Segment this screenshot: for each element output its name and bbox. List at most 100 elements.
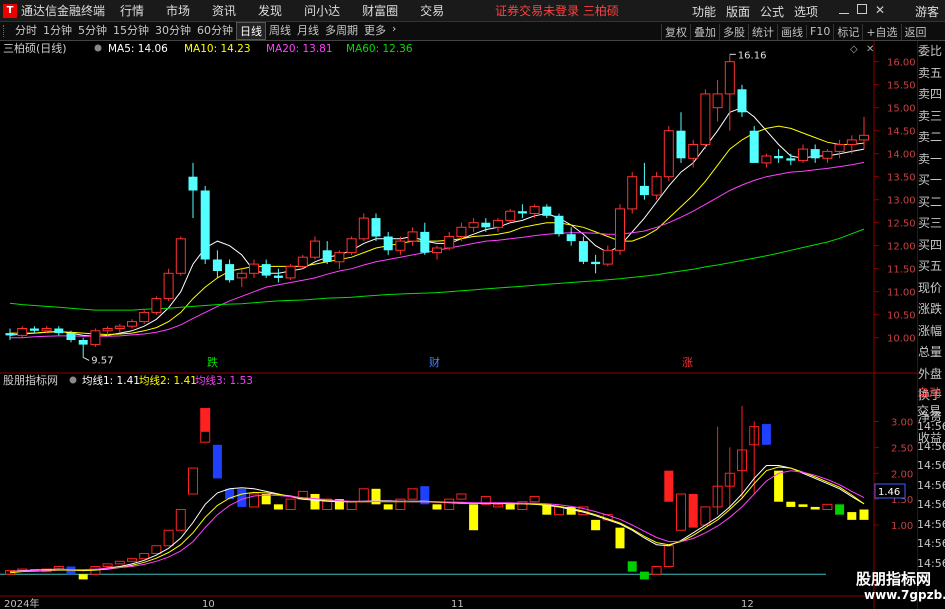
side-item-buy2[interactable]: 买二 xyxy=(918,192,945,214)
candle-body[interactable] xyxy=(29,328,39,331)
candle-body[interactable] xyxy=(578,241,588,262)
indicator-bar[interactable] xyxy=(346,501,357,511)
menu-item-discover[interactable]: 发现 xyxy=(247,2,293,19)
candle-body[interactable] xyxy=(41,328,52,332)
indicator-bar[interactable] xyxy=(688,493,698,528)
candle-body[interactable] xyxy=(188,176,198,191)
tab-intraday[interactable]: 分时 xyxy=(12,22,40,40)
indicator-bar[interactable] xyxy=(761,424,771,445)
kline-chart-area[interactable]: 16.00 15.50 15.00 14.50 14.00 13.50 13.00 12.50… xyxy=(0,41,917,609)
candle-body[interactable] xyxy=(798,148,808,162)
indicator-bar[interactable] xyxy=(114,560,125,565)
tool-overlay[interactable]: 叠加 xyxy=(690,23,719,40)
maximize-icon[interactable] xyxy=(856,4,867,14)
candle-body[interactable] xyxy=(859,134,869,141)
candle-body[interactable] xyxy=(663,130,674,178)
candle-body[interactable] xyxy=(846,139,857,146)
indicator-bar[interactable] xyxy=(444,498,455,511)
indicator-bar[interactable] xyxy=(627,561,637,572)
candle-body[interactable] xyxy=(334,252,345,263)
indicator-bar[interactable] xyxy=(310,493,320,510)
side-item-buy5[interactable]: 买五 xyxy=(918,256,945,278)
candle-body[interactable] xyxy=(273,275,283,278)
candle-body[interactable] xyxy=(358,217,369,240)
tab-15min[interactable]: 15分钟 xyxy=(110,22,152,40)
side-item-sell2[interactable]: 卖二 xyxy=(918,127,945,149)
indicator-bar[interactable] xyxy=(505,504,515,510)
candle-body[interactable] xyxy=(114,325,125,330)
candle-body[interactable] xyxy=(78,340,88,345)
candle-body[interactable] xyxy=(688,144,699,159)
candle-body[interactable] xyxy=(127,321,137,327)
indicator-bar[interactable] xyxy=(700,506,711,526)
candle-body[interactable] xyxy=(395,240,406,251)
indicator-bar[interactable] xyxy=(237,488,247,507)
candle-body[interactable] xyxy=(432,247,442,254)
candle-body[interactable] xyxy=(200,190,210,260)
indicator-bar[interactable] xyxy=(175,509,186,531)
tool-draw-line[interactable]: 画线 xyxy=(777,23,806,40)
candle-body[interactable] xyxy=(822,150,833,159)
indicator-bar[interactable] xyxy=(798,504,808,507)
side-item-buy3[interactable]: 买三 xyxy=(918,213,945,235)
candle-body[interactable] xyxy=(749,130,759,163)
login-notice[interactable]: 证券交易未登录 三柏硕 xyxy=(495,2,619,19)
candle-body[interactable] xyxy=(810,149,820,159)
indicator-bar[interactable] xyxy=(615,527,625,549)
menu-item-layout[interactable]: 版面 xyxy=(721,3,755,20)
indicator-bar[interactable] xyxy=(102,563,113,567)
menu-item-news[interactable]: 资讯 xyxy=(201,2,247,19)
candle-body[interactable] xyxy=(407,231,418,242)
candle-body[interactable] xyxy=(554,215,564,235)
indicator-bar[interactable] xyxy=(663,545,674,567)
candle-body[interactable] xyxy=(444,236,455,249)
tool-back[interactable]: 返回 xyxy=(900,23,930,40)
tool-f10[interactable]: F10 xyxy=(806,25,833,38)
indicator-bar[interactable] xyxy=(139,553,150,560)
candle-body[interactable] xyxy=(676,130,686,159)
indicator-bar[interactable] xyxy=(786,501,796,507)
indicator-bar[interactable] xyxy=(822,503,833,511)
menu-item-options[interactable]: 选项 xyxy=(789,3,823,20)
candle-body[interactable] xyxy=(346,238,357,254)
side-item-volume[interactable]: 总量 xyxy=(918,342,945,364)
side-item-sell3[interactable]: 卖三 xyxy=(918,106,945,128)
menu-item-quotes[interactable]: 行情 xyxy=(109,2,155,19)
candle-body[interactable] xyxy=(249,263,259,274)
indicator-bar[interactable] xyxy=(469,504,479,531)
candle-body[interactable] xyxy=(54,328,64,334)
side-item-sell4[interactable]: 卖四 xyxy=(918,84,945,106)
indicator-bar[interactable] xyxy=(358,488,369,503)
candle-body[interactable] xyxy=(420,231,430,253)
guest-label[interactable]: 游客 xyxy=(915,3,939,20)
candle-body[interactable] xyxy=(371,218,381,237)
candle-body[interactable] xyxy=(737,89,747,113)
close-pane-icon[interactable]: ✕ xyxy=(866,44,874,55)
candle-body[interactable] xyxy=(700,93,711,145)
side-item-change-pct[interactable]: 涨幅 xyxy=(918,321,945,343)
tool-adjust[interactable]: 复权 xyxy=(661,23,690,40)
candle-body[interactable] xyxy=(627,176,638,210)
side-item-weibi[interactable]: 委比 xyxy=(918,41,945,63)
candle-body[interactable] xyxy=(17,328,28,336)
candle-body[interactable] xyxy=(529,206,540,215)
side-item-price[interactable]: 现价 xyxy=(918,278,945,300)
candle-body[interactable] xyxy=(468,222,479,228)
indicator-bar[interactable] xyxy=(432,504,442,510)
tab-5min[interactable]: 5分钟 xyxy=(75,22,110,40)
indicator-bar[interactable] xyxy=(151,545,162,555)
candle-body[interactable] xyxy=(834,144,845,152)
candle-body[interactable] xyxy=(566,234,576,242)
indicator-bar[interactable] xyxy=(163,529,174,547)
menu-item-ask[interactable]: 问小达 xyxy=(293,2,351,19)
candle-body[interactable] xyxy=(712,93,723,109)
diamond-icon[interactable]: ◇ xyxy=(850,44,858,55)
indicator-bar[interactable] xyxy=(212,444,222,479)
side-item-buy4[interactable]: 买四 xyxy=(918,235,945,257)
tab-daily[interactable]: 日线 xyxy=(236,22,266,40)
candle-body[interactable] xyxy=(285,265,296,279)
candle-body[interactable] xyxy=(456,226,467,238)
indicator-bar[interactable] xyxy=(639,571,649,580)
candle-body[interactable] xyxy=(310,240,320,258)
indicator-bar[interactable] xyxy=(383,504,393,510)
